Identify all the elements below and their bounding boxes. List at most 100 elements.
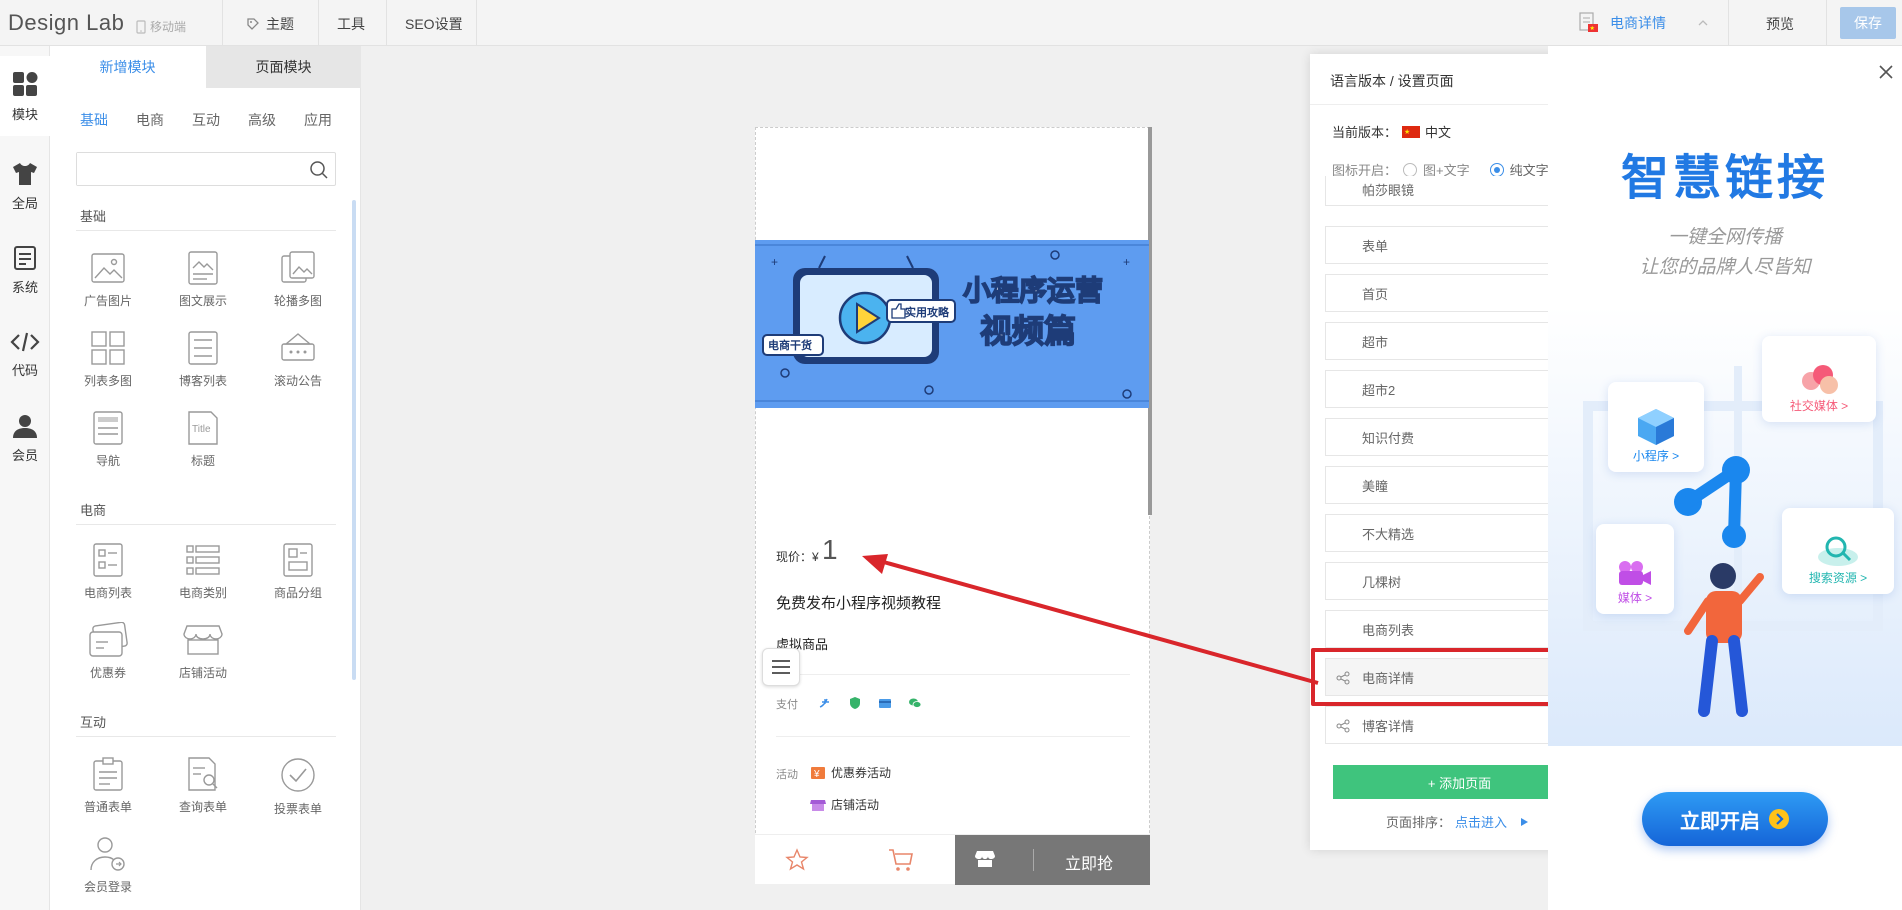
svg-text:★: ★ bbox=[1590, 25, 1595, 32]
module-title[interactable]: Title 标题 bbox=[163, 410, 243, 469]
category-icon bbox=[186, 545, 220, 575]
chevron-up-icon bbox=[1698, 20, 1708, 26]
buy-now-area[interactable]: 立即抢 bbox=[955, 835, 1150, 885]
radio-image-text[interactable] bbox=[1403, 162, 1418, 177]
subtab-apps[interactable]: 应用 bbox=[304, 110, 332, 130]
module-label: 电商类别 bbox=[178, 586, 227, 600]
product-banner[interactable]: 实用攻略 电商干货 小程序运营 视频篇 + + bbox=[755, 240, 1149, 408]
nav-theme[interactable]: 主题 bbox=[245, 14, 294, 34]
code-icon bbox=[10, 332, 40, 351]
module-vote-form[interactable]: 投票表单 bbox=[258, 756, 338, 817]
image-text-icon bbox=[188, 251, 218, 285]
module-list-images[interactable]: 列表多图 bbox=[68, 330, 148, 389]
page-sort-label: 页面排序： bbox=[1386, 815, 1452, 830]
module-navigation[interactable]: 导航 bbox=[68, 410, 148, 469]
divider bbox=[76, 736, 336, 737]
module-label: 图文展示 bbox=[178, 294, 227, 308]
page-sort-link[interactable]: 点击进入 bbox=[1455, 812, 1507, 831]
module-product-group[interactable]: 商品分组 bbox=[258, 542, 338, 601]
module-scroll-notice[interactable]: 滚动公告 bbox=[258, 330, 338, 389]
iconbar-system[interactable]: 系统 bbox=[0, 230, 50, 310]
module-normal-form[interactable]: 普通表单 bbox=[68, 756, 148, 815]
subtab-interactive[interactable]: 互动 bbox=[192, 110, 220, 130]
module-query-form[interactable]: 查询表单 bbox=[163, 756, 243, 815]
search-icon[interactable] bbox=[309, 160, 329, 180]
save-button[interactable]: 保存 bbox=[1840, 7, 1896, 39]
shield-icon bbox=[850, 697, 860, 709]
cart-icon[interactable] bbox=[888, 848, 914, 872]
ad-start-button[interactable]: 立即开启 bbox=[1642, 792, 1828, 846]
iconbar-modules[interactable]: 模块 bbox=[0, 56, 50, 136]
play-right-icon[interactable] bbox=[1519, 817, 1529, 827]
subtab-basic[interactable]: 基础 bbox=[80, 110, 108, 130]
share-icon[interactable] bbox=[1336, 719, 1350, 733]
iconbar-modules-label: 模块 bbox=[11, 106, 38, 122]
language-panel-title: 语言版本 / 设置页面 bbox=[1330, 73, 1454, 89]
preview-button[interactable]: 预览 bbox=[1766, 14, 1794, 34]
iconbar-system-label: 系统 bbox=[11, 279, 38, 295]
svg-text:Title: Title bbox=[192, 424, 211, 435]
svg-text:¥: ¥ bbox=[813, 769, 820, 780]
carousel-icon bbox=[281, 251, 315, 283]
module-search-input[interactable] bbox=[77, 153, 297, 185]
app-logo: Design Lab bbox=[8, 10, 125, 35]
ad-card-media[interactable]: 媒体 > bbox=[1596, 524, 1674, 614]
social-media-icon bbox=[1802, 365, 1838, 394]
activity-item-coupon[interactable]: ¥ 优惠券活动 bbox=[810, 764, 891, 781]
module-store-activity[interactable]: 店铺活动 bbox=[163, 622, 243, 681]
iconbar-code[interactable]: 代码 bbox=[0, 314, 50, 394]
nav-seo-label: SEO设置 bbox=[405, 16, 463, 32]
buy-now-button[interactable]: 立即抢 bbox=[1065, 850, 1113, 874]
nav-tools[interactable]: 工具 bbox=[337, 14, 365, 34]
nav-seo[interactable]: SEO设置 bbox=[405, 14, 463, 34]
module-label: 查询表单 bbox=[178, 800, 227, 814]
close-icon[interactable] bbox=[1878, 64, 1894, 80]
svg-text:+: + bbox=[1123, 255, 1130, 269]
ad-panel: 智慧链接 一键全网传播 让您的品牌人尽皆知 社交媒体 > 小程序 > 媒体 > … bbox=[1548, 46, 1902, 910]
user-icon bbox=[13, 414, 37, 438]
activity-item-store[interactable]: 店铺活动 bbox=[810, 796, 879, 813]
iconbar-member[interactable]: 会员 bbox=[0, 398, 50, 478]
ad-card-social[interactable]: 社交媒体 > bbox=[1762, 336, 1876, 422]
left-icon-bar: 模块 全局 系统 代码 会员 ? bbox=[0, 46, 50, 910]
store-activity-icon bbox=[810, 799, 826, 811]
card-icon bbox=[879, 699, 891, 708]
section-title-basic: 基础 bbox=[80, 209, 107, 224]
panel-scrollbar[interactable] bbox=[352, 200, 356, 680]
module-image-text[interactable]: 图文展示 bbox=[163, 250, 243, 309]
ad-card-search[interactable]: 搜索资源 > bbox=[1782, 508, 1894, 594]
current-page-select[interactable]: ★ 电商详情 bbox=[1578, 12, 1708, 34]
star-favorite-icon[interactable] bbox=[785, 848, 809, 872]
radio-text-only[interactable] bbox=[1489, 162, 1504, 177]
tab-page-modules[interactable]: 页面模块 bbox=[206, 46, 361, 88]
ad-card-miniprogram[interactable]: 小程序 > bbox=[1608, 382, 1704, 472]
section-title-ecommerce: 电商 bbox=[80, 503, 107, 518]
nav-theme-label: 主题 bbox=[266, 16, 294, 32]
module-ecommerce-category[interactable]: 电商类别 bbox=[163, 542, 243, 601]
module-label: 博客列表 bbox=[178, 374, 227, 388]
floating-menu-button[interactable] bbox=[762, 648, 800, 686]
image-icon bbox=[91, 253, 125, 283]
subtab-advanced[interactable]: 高级 bbox=[248, 110, 276, 130]
current-page-label: 电商详情 bbox=[1610, 15, 1666, 31]
module-blog-list[interactable]: 博客列表 bbox=[163, 330, 243, 389]
iconbar-global[interactable]: 全局 bbox=[0, 146, 50, 226]
module-label: 广告图片 bbox=[83, 294, 132, 308]
product-group-icon bbox=[283, 543, 313, 577]
module-ecommerce-list[interactable]: 电商列表 bbox=[68, 542, 148, 601]
module-ad-image[interactable]: 广告图片 bbox=[68, 250, 148, 309]
page-flag-icon: ★ bbox=[1579, 12, 1598, 32]
theme-icon bbox=[247, 18, 259, 30]
divider bbox=[476, 0, 477, 46]
alipay-icon bbox=[819, 698, 829, 708]
shop-icon[interactable] bbox=[975, 850, 995, 868]
module-carousel[interactable]: 轮播多图 bbox=[258, 250, 338, 309]
module-member-login[interactable]: 会员登录 bbox=[68, 836, 148, 895]
module-coupon[interactable]: 优惠券 bbox=[68, 622, 148, 681]
arrow-circle-icon bbox=[1769, 809, 1789, 829]
mobile-phone-icon bbox=[136, 19, 146, 34]
mobile-end-button[interactable]: 移动端 bbox=[136, 18, 186, 35]
subtab-ecommerce[interactable]: 电商 bbox=[136, 110, 164, 130]
member-login-icon bbox=[90, 837, 125, 871]
tab-new-modules[interactable]: 新增模块 bbox=[50, 46, 205, 88]
